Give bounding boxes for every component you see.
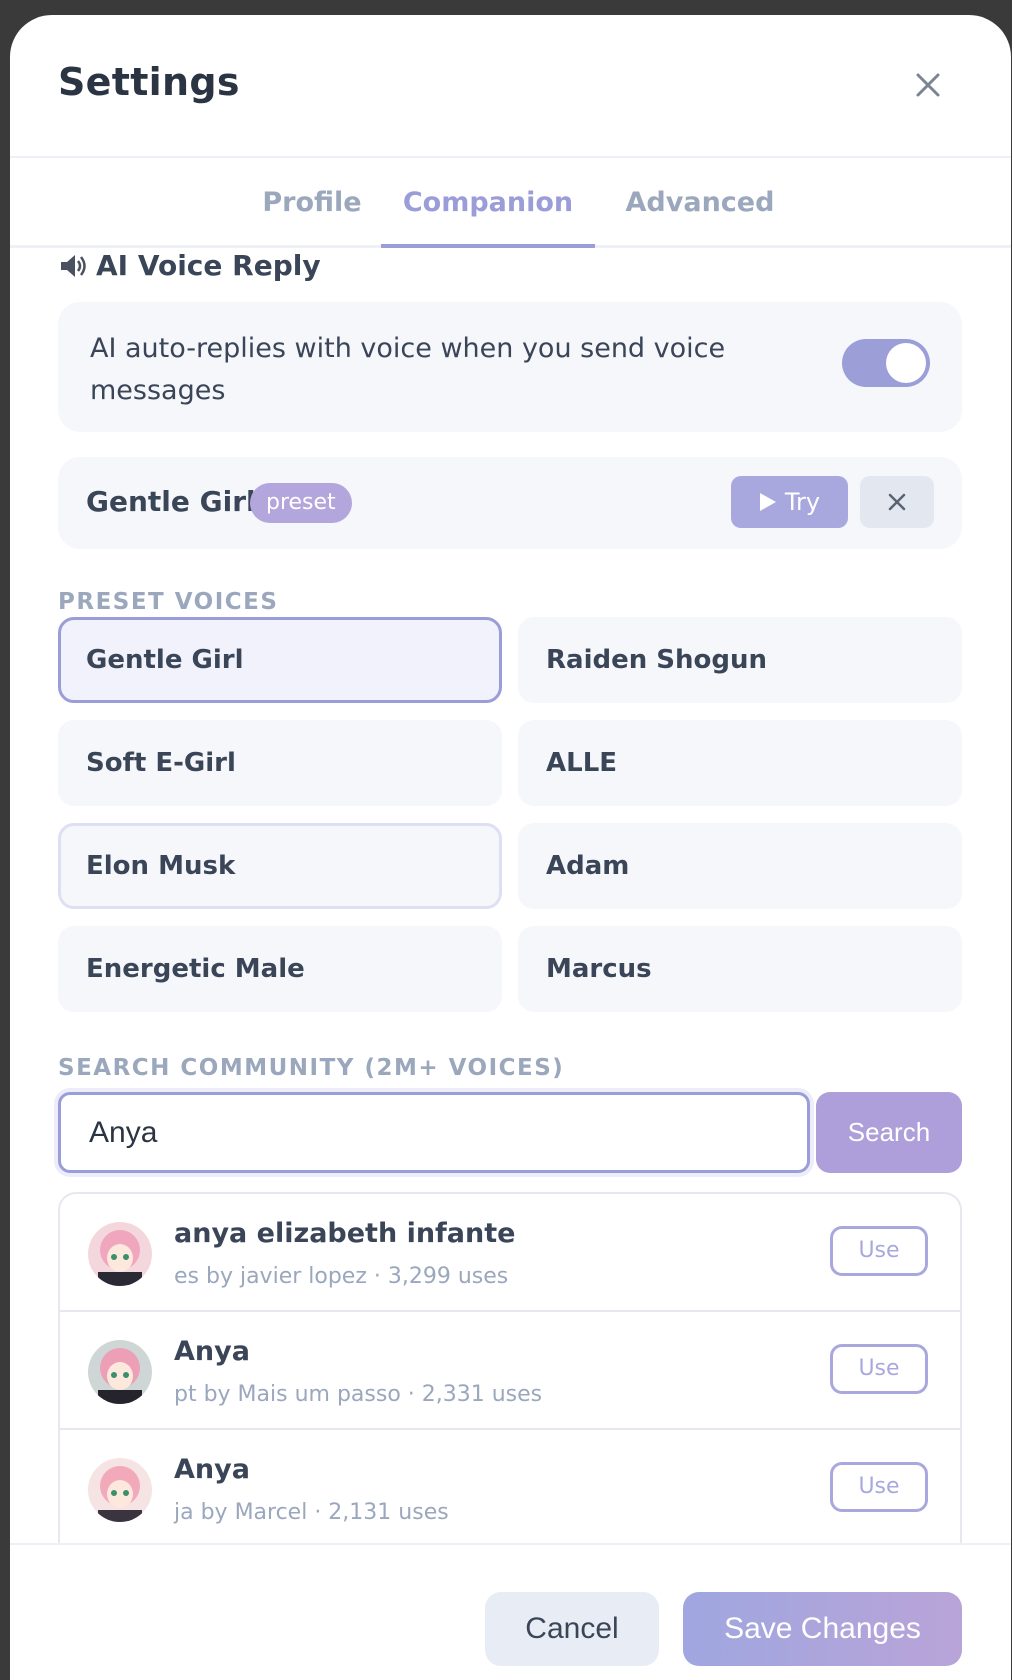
preset-voice-soft-e-girl[interactable]: Soft E-Girl — [58, 720, 502, 806]
speaker-icon — [61, 254, 86, 277]
cancel-button[interactable]: Cancel — [485, 1592, 659, 1666]
tab-profile[interactable]: Profile — [252, 160, 372, 248]
avatar — [88, 1340, 152, 1404]
voice-reply-title: AI Voice Reply — [96, 249, 321, 282]
try-button[interactable]: Try — [731, 476, 848, 528]
current-voice-card: Gentle Girl preset Try — [58, 457, 962, 549]
preset-voice-raiden-shogun[interactable]: Raiden Shogun — [518, 617, 962, 703]
toggle-knob — [886, 343, 926, 383]
search-results-list: anya elizabeth infante es by javier lope… — [58, 1192, 962, 1562]
avatar — [88, 1458, 152, 1522]
try-label: Try — [784, 488, 821, 516]
tab-companion[interactable]: Companion — [381, 160, 595, 248]
preset-voice-adam[interactable]: Adam — [518, 823, 962, 909]
use-button[interactable]: Use — [830, 1344, 928, 1394]
preset-voice-elon-musk[interactable]: Elon Musk — [58, 823, 502, 909]
modal-header: Settings — [10, 15, 1011, 158]
result-name: Anya — [174, 1336, 250, 1367]
preset-badge: preset — [250, 483, 352, 523]
current-voice-name: Gentle Girl — [86, 485, 256, 518]
avatar — [88, 1222, 152, 1286]
settings-modal: Settings Profile Companion Advanced AI V… — [10, 15, 1011, 1680]
save-button[interactable]: Save Changes — [683, 1592, 962, 1666]
search-input[interactable] — [58, 1092, 810, 1173]
auto-reply-card: AI auto-replies with voice when you send… — [58, 302, 962, 432]
voice-reply-heading: AI Voice Reply — [58, 249, 321, 282]
preset-voice-alle[interactable]: ALLE — [518, 720, 962, 806]
play-icon — [759, 493, 776, 511]
auto-reply-toggle[interactable] — [842, 339, 930, 387]
preset-voice-marcus[interactable]: Marcus — [518, 926, 962, 1012]
list-item: Anya pt by Mais um passo · 2,331 uses Us… — [60, 1312, 960, 1430]
list-item: anya elizabeth infante es by javier lope… — [60, 1194, 960, 1312]
preset-voice-gentle-girl[interactable]: Gentle Girl — [58, 617, 502, 703]
result-name: Anya — [174, 1454, 250, 1485]
close-icon — [916, 73, 940, 97]
preset-voice-energetic-male[interactable]: Energetic Male — [58, 926, 502, 1012]
use-button[interactable]: Use — [830, 1462, 928, 1512]
modal-footer: Cancel Save Changes — [10, 1543, 1011, 1680]
result-name: anya elizabeth infante — [174, 1218, 516, 1249]
settings-tabs: Profile Companion Advanced — [10, 160, 1011, 248]
preset-voices-label: PRESET VOICES — [58, 589, 279, 615]
preset-voices-grid: Gentle Girl Raiden Shogun Soft E-Girl AL… — [58, 617, 962, 1027]
result-meta: pt by Mais um passo · 2,331 uses — [174, 1382, 543, 1407]
result-meta: es by javier lopez · 3,299 uses — [174, 1264, 509, 1289]
clear-voice-button[interactable] — [860, 476, 934, 528]
close-icon — [888, 493, 906, 511]
page-title: Settings — [58, 60, 240, 104]
result-meta: ja by Marcel · 2,131 uses — [174, 1500, 449, 1525]
close-button[interactable] — [910, 67, 946, 103]
search-button[interactable]: Search — [816, 1092, 962, 1173]
tab-advanced[interactable]: Advanced — [610, 160, 790, 248]
auto-reply-description: AI auto-replies with voice when you send… — [90, 333, 726, 406]
list-item: Anya ja by Marcel · 2,131 uses Use — [60, 1430, 960, 1548]
use-button[interactable]: Use — [830, 1226, 928, 1276]
search-community-label: SEARCH COMMUNITY (2M+ VOICES) — [58, 1055, 565, 1081]
